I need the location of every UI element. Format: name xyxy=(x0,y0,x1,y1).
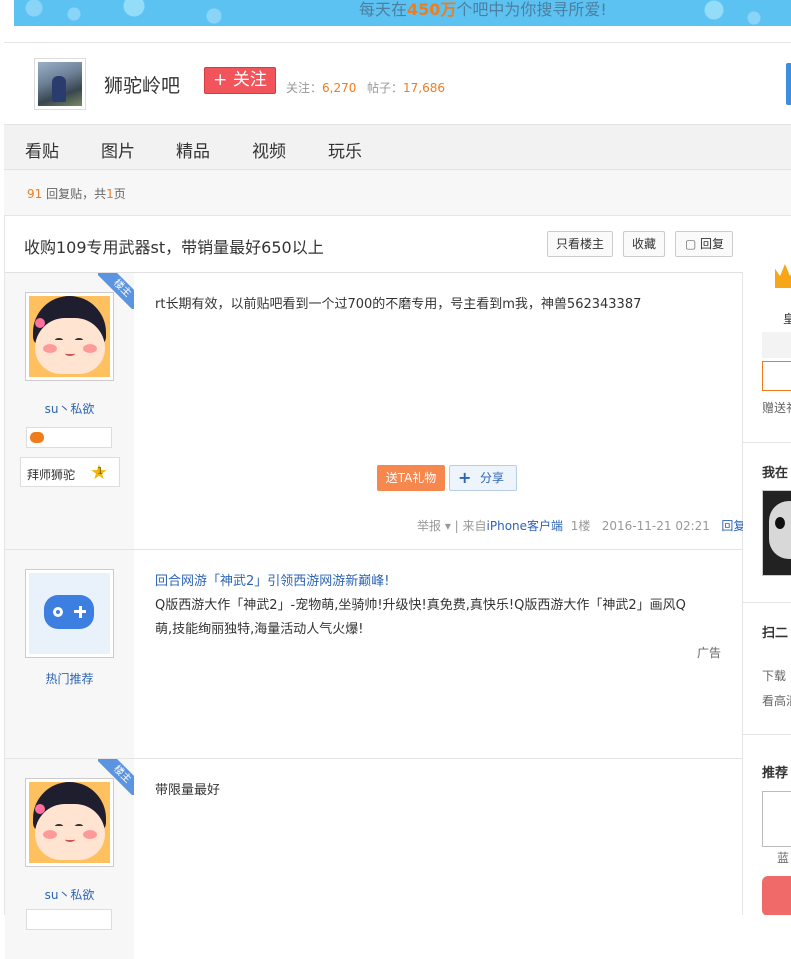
sign-in-button-edge[interactable] xyxy=(786,63,791,105)
thread-title: 收购109专用武器st，带销量最好650以上 xyxy=(24,238,324,257)
ad-avatar[interactable] xyxy=(25,569,114,658)
ad-tag: 广告 xyxy=(697,646,722,660)
reply-count-suffix: 回复贴，共 xyxy=(42,187,107,201)
post-floor-2: su丶私欲 楼主 带限量最好 xyxy=(5,759,744,959)
tab-videos[interactable]: 视频 xyxy=(252,137,286,162)
thread-title-bar: 收购109专用武器st，带销量最好650以上 只看楼主 收藏 ▢ 回复 xyxy=(5,216,744,273)
crown-caption: 皇 xyxy=(783,312,791,326)
gift-input[interactable] xyxy=(762,361,791,391)
send-gift-button[interactable]: 送TA礼物 xyxy=(377,465,445,491)
right-sidebar: 皇 赠送礼 我在 扫二 下载 看高清 推荐 蓝 xyxy=(743,216,791,915)
level-badge[interactable] xyxy=(26,427,112,448)
op-badge: 楼主 xyxy=(98,273,134,309)
follow-button[interactable]: + 关注 xyxy=(204,67,276,94)
share-plus-icon: + xyxy=(458,468,472,487)
followers-count: 6,270 xyxy=(322,81,357,95)
recommend-caption[interactable]: 蓝 xyxy=(777,849,789,866)
share-label: 分享 xyxy=(480,471,505,485)
ad-title[interactable]: 回合网游「神武2」引领西游网游新巅峰! xyxy=(155,570,389,594)
divider xyxy=(743,602,791,603)
reply-count-text: 91 回复贴，共1页 xyxy=(27,185,126,202)
divider xyxy=(743,442,791,443)
download-text: 下载 xyxy=(762,669,787,683)
posts-stat: 帖子：17,686 xyxy=(367,79,445,96)
post-content: rt长期有效，以前贴吧看到一个过700的不磨专用，号主看到m我，神兽562343… xyxy=(155,297,642,312)
thread-main: 收购109专用武器st，带销量最好650以上 只看楼主 收藏 ▢ 回复 su丶私欲… xyxy=(4,216,745,959)
username[interactable]: su丶私欲 xyxy=(5,400,134,417)
report-chevron-icon[interactable]: ▾ xyxy=(441,519,455,533)
forum-nav: 看贴 图片 精品 视频 玩乐 xyxy=(4,124,791,170)
gift-note: 赠送礼 xyxy=(762,401,791,415)
top-banner[interactable]: 每天在450万个吧中为你搜寻所爱! xyxy=(14,0,791,26)
post-floor-1: su丶私欲 拜师狮驼 ★ 1 楼主 rt长期有效，以前贴吧看到一个过700的不磨专用… xyxy=(5,273,745,550)
favorite-button[interactable]: 收藏 xyxy=(623,231,665,257)
post-author-panel: su丶私欲 拜师狮驼 ★ 1 xyxy=(5,273,134,549)
banner-slogan: 每天在450万个吧中为你搜寻所爱! xyxy=(359,0,607,20)
posts-label: 帖子： xyxy=(367,81,404,95)
posts-count: 17,686 xyxy=(403,81,446,95)
mentor-label: 拜师狮驼 xyxy=(27,468,76,482)
star-icon: ★ 1 xyxy=(90,460,108,484)
reply-count: 91 xyxy=(27,187,43,201)
star-level: 1 xyxy=(97,466,104,477)
recommend-image-2[interactable] xyxy=(762,876,791,915)
post-tail: 举报 ▾ | 来自iPhone客户端 1楼 2016-11-21 02:21 回… xyxy=(417,517,745,534)
thread-info-bar: 91 回复贴，共1页 xyxy=(4,170,791,216)
op-badge-label: 楼主 xyxy=(98,759,134,795)
ad-line-1: Q版西游大作「神武2」-宠物萌,坐骑帅!升级快!真免费,真快乐!Q版西游大作「神… xyxy=(155,598,686,613)
sidebar-grey-bar xyxy=(762,332,791,358)
op-badge-label: 楼主 xyxy=(98,273,134,309)
report-link[interactable]: 举报 xyxy=(417,519,441,533)
section-title-me: 我在 xyxy=(762,466,789,481)
from-prefix: | 来自 xyxy=(454,519,487,533)
post-reply-link[interactable]: 回复 xyxy=(721,519,745,533)
client-link[interactable]: iPhone客户端 xyxy=(487,519,564,533)
level-badge[interactable] xyxy=(26,909,112,930)
reply-button[interactable]: ▢ 回复 xyxy=(675,231,733,257)
tab-images[interactable]: 图片 xyxy=(101,137,135,162)
section-title-scan: 扫二 xyxy=(762,626,789,641)
only-op-button[interactable]: 只看楼主 xyxy=(547,231,613,257)
gamepad-icon xyxy=(44,595,94,629)
followers-label: 关注： xyxy=(286,81,323,95)
tab-featured[interactable]: 精品 xyxy=(176,137,210,162)
op-badge: 楼主 xyxy=(98,759,134,795)
reply-button-label: 回复 xyxy=(699,237,724,251)
tab-posts[interactable]: 看贴 xyxy=(25,137,59,162)
reply-icon: ▢ xyxy=(685,237,697,251)
mentor-badge[interactable]: 拜师狮驼 ★ 1 xyxy=(20,457,120,487)
ad-post: 热门推荐 回合网游「神武2」引领西游网游新巅峰! Q版西游大作「神武2」-宠物萌… xyxy=(5,550,744,759)
divider xyxy=(743,734,791,735)
tab-fun[interactable]: 玩乐 xyxy=(328,137,362,162)
ad-line-2: 萌,技能绚丽独特,海量活动人气火爆! xyxy=(155,622,364,637)
section-title-recommend: 推荐 xyxy=(762,766,789,781)
recommend-image[interactable] xyxy=(762,791,791,847)
page-count: 1 xyxy=(106,187,114,201)
followers-stat: 关注：6,270 xyxy=(286,79,356,96)
post-time: 2016-11-21 02:21 xyxy=(601,519,710,533)
banner-text-pre: 每天在 xyxy=(359,0,408,19)
username[interactable]: su丶私欲 xyxy=(5,886,134,903)
banner-text-post: 个吧中为你搜寻所爱! xyxy=(456,0,607,19)
watch-hd-text: 看高清 xyxy=(762,694,791,708)
post-content: 带限量最好 xyxy=(155,783,221,798)
floor-number: 1楼 xyxy=(570,519,591,533)
ad-panel: 热门推荐 xyxy=(5,550,134,758)
forum-name[interactable]: 狮驼岭吧 xyxy=(104,71,180,98)
banner-highlight: 450万 xyxy=(407,0,457,19)
game-level-icon xyxy=(30,432,44,443)
forum-header: 狮驼岭吧 + 关注 关注：6,270 帖子：17,686 xyxy=(4,42,791,124)
ad-name[interactable]: 热门推荐 xyxy=(5,670,134,687)
page-count-suffix: 页 xyxy=(113,187,126,201)
member-avatar[interactable] xyxy=(762,490,791,576)
forum-avatar[interactable] xyxy=(34,58,86,110)
crown-icon xyxy=(775,264,791,300)
share-button[interactable]: + 分享 xyxy=(449,465,517,491)
forum-avatar-image xyxy=(38,62,82,106)
